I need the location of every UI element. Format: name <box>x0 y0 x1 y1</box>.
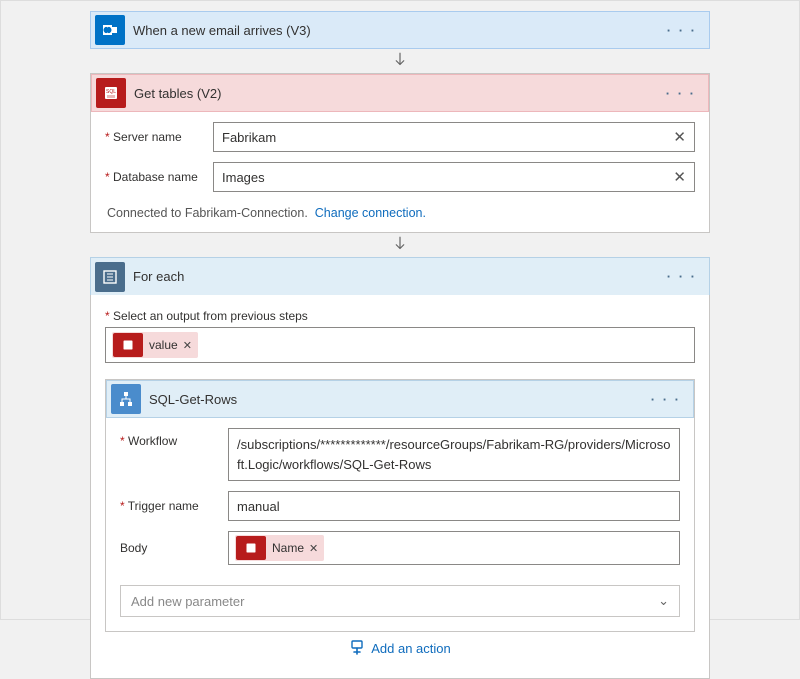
foreach-title: For each <box>133 269 661 284</box>
nested-menu-button[interactable]: · · · <box>645 392 687 407</box>
server-name-input[interactable]: Fabrikam ✕ <box>213 122 695 152</box>
add-action-icon <box>349 640 365 656</box>
outlook-icon <box>95 15 125 45</box>
workflow-input[interactable]: /subscriptions/*************/resourceGro… <box>228 428 680 481</box>
clear-server-icon[interactable]: ✕ <box>673 128 686 146</box>
sql-icon: SQL <box>96 78 126 108</box>
sql-icon <box>236 536 266 560</box>
chevron-down-icon: ⌄ <box>658 593 669 609</box>
trigger-name-label: Trigger name <box>120 499 228 513</box>
server-name-label: Server name <box>105 130 213 144</box>
foreach-card: For each · · · Select an output from pre… <box>90 257 710 679</box>
workflow-label: Workflow <box>120 428 228 448</box>
get-tables-card: SQL Get tables (V2) · · · Server name Fa… <box>90 73 710 233</box>
trigger-menu-button[interactable]: · · · <box>661 23 703 38</box>
remove-token-icon[interactable]: ✕ <box>183 339 192 352</box>
clear-db-icon[interactable]: ✕ <box>673 168 686 186</box>
trigger-name-input[interactable]: manual <box>228 491 680 521</box>
get-tables-header[interactable]: SQL Get tables (V2) · · · <box>91 74 709 112</box>
change-connection-link[interactable]: Change connection. <box>315 206 426 220</box>
value-token[interactable]: value ✕ <box>112 332 198 358</box>
name-token[interactable]: Name ✕ <box>235 535 324 561</box>
logic-apps-icon <box>111 384 141 414</box>
add-parameter-dropdown[interactable]: Add new parameter ⌄ <box>120 585 680 617</box>
arrow-down-icon <box>391 235 409 253</box>
get-tables-title: Get tables (V2) <box>134 86 660 101</box>
nested-action-card: SQL-Get-Rows · · · Workflow /subscriptio… <box>105 379 695 632</box>
foreach-icon <box>95 262 125 292</box>
sql-icon <box>113 333 143 357</box>
arrow-down-icon <box>391 51 409 69</box>
add-action-button[interactable]: Add an action <box>105 632 695 670</box>
database-name-label: Database name <box>105 170 213 184</box>
body-label: Body <box>120 541 228 555</box>
nested-title: SQL-Get-Rows <box>149 392 645 407</box>
foreach-menu-button[interactable]: · · · <box>661 269 703 284</box>
database-name-input[interactable]: Images ✕ <box>213 162 695 192</box>
select-output-label: Select an output from previous steps <box>105 309 695 323</box>
trigger-title: When a new email arrives (V3) <box>133 23 661 38</box>
svg-text:SQL: SQL <box>106 89 116 95</box>
foreach-header[interactable]: For each · · · <box>90 257 710 295</box>
get-tables-menu-button[interactable]: · · · <box>660 86 702 101</box>
select-output-input[interactable]: value ✕ <box>105 327 695 363</box>
remove-token-icon[interactable]: ✕ <box>309 542 318 555</box>
body-input[interactable]: Name ✕ <box>228 531 680 565</box>
connection-info: Connected to Fabrikam-Connection. Change… <box>105 202 695 230</box>
trigger-card[interactable]: When a new email arrives (V3) · · · <box>90 11 710 49</box>
nested-header[interactable]: SQL-Get-Rows · · · <box>106 380 694 418</box>
